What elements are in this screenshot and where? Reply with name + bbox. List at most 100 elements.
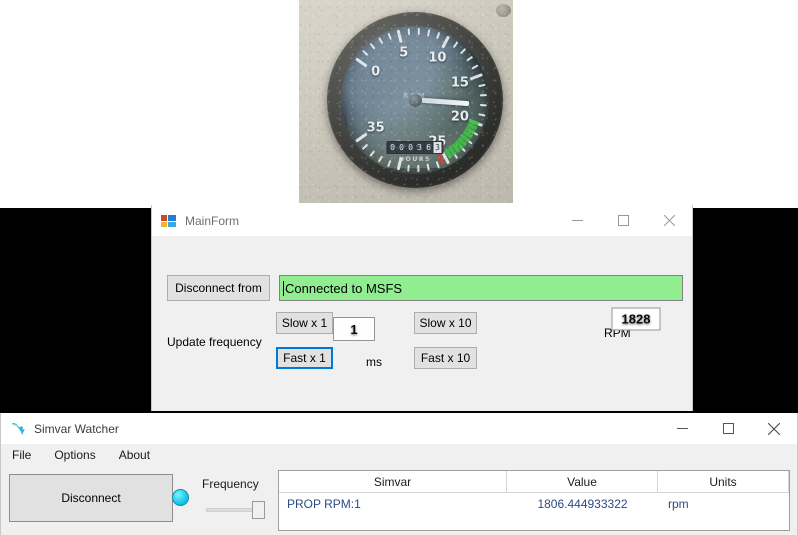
connection-status-field[interactable]: Connected to MSFS bbox=[279, 275, 683, 301]
minimize-icon[interactable] bbox=[554, 205, 600, 236]
simvar-title: Simvar Watcher bbox=[34, 422, 119, 436]
gauge-tick-major bbox=[397, 157, 403, 170]
gauge-tick-minor bbox=[427, 164, 430, 171]
mainform-body: Disconnect from Connected to MSFS Update… bbox=[152, 236, 692, 411]
simvar-menubar: File Options About bbox=[1, 444, 797, 465]
gauge-green-arc-segment bbox=[467, 123, 478, 131]
gauge-tick-minor bbox=[427, 29, 430, 36]
cell-value: 1806.444933322 bbox=[507, 493, 658, 515]
connection-status-led bbox=[172, 489, 189, 506]
gauge-green-arc-segment bbox=[457, 137, 467, 147]
mainform-window-buttons bbox=[554, 205, 692, 236]
gauge-tick-minor bbox=[436, 32, 440, 39]
hour-meter-digit: 0 bbox=[398, 142, 406, 153]
gauge-tick-major bbox=[470, 73, 483, 80]
gauge-multiplier-label: x100 bbox=[407, 103, 424, 109]
gauge-redline-marker bbox=[437, 152, 445, 165]
text-caret bbox=[283, 281, 284, 296]
gauge-tick-major bbox=[397, 30, 403, 43]
update-frequency-label: Update frequency bbox=[167, 335, 262, 349]
gauge-tick-label: 0 bbox=[371, 65, 380, 80]
gauge-tick-minor bbox=[478, 84, 485, 87]
disconnect-from-button[interactable]: Disconnect from bbox=[167, 275, 270, 301]
simvar-body: Disconnect Frequency Simvar Value Units … bbox=[1, 465, 797, 535]
simvar-table: Simvar Value Units PROP RPM:1 1806.44493… bbox=[278, 470, 790, 531]
screen-root: 05101520253035 RPM x100 000363 HOURS Mai… bbox=[0, 0, 798, 535]
gauge-tick-minor bbox=[480, 104, 487, 106]
glass-glare bbox=[341, 26, 489, 118]
hour-meter-digit: 0 bbox=[407, 142, 415, 153]
disconnect-button[interactable]: Disconnect bbox=[9, 474, 173, 522]
gauge-tick-minor bbox=[362, 144, 368, 150]
cell-units: rpm bbox=[658, 493, 789, 515]
frequency-slider[interactable] bbox=[206, 501, 268, 519]
gauge-tick-minor bbox=[478, 113, 485, 116]
fast-x1-button[interactable]: Fast x 1 bbox=[276, 347, 333, 369]
close-icon[interactable] bbox=[751, 413, 797, 444]
column-header-units[interactable]: Units bbox=[658, 471, 789, 492]
gauge-tick-label: 15 bbox=[451, 76, 469, 91]
hour-meter-label: HOURS bbox=[399, 156, 431, 163]
slow-x10-button[interactable]: Slow x 10 bbox=[414, 312, 477, 334]
gauge-tick-label: 5 bbox=[399, 46, 408, 61]
gauge-tick-minor bbox=[418, 165, 420, 172]
gauge-tick-minor bbox=[471, 131, 478, 136]
gauge-needle-hub bbox=[409, 94, 422, 107]
mainform-title: MainForm bbox=[185, 214, 239, 228]
slider-thumb[interactable] bbox=[252, 501, 265, 519]
gauge-green-arc-segment bbox=[469, 119, 480, 126]
gauge-tick-label: 35 bbox=[367, 120, 385, 135]
minimize-icon[interactable] bbox=[659, 413, 705, 444]
mainform-titlebar[interactable]: MainForm bbox=[152, 205, 692, 236]
gauge-tick-label: 25 bbox=[428, 135, 446, 150]
interval-input[interactable]: 1 bbox=[333, 317, 375, 341]
gauge-tick-label: 30 bbox=[395, 139, 413, 154]
connection-status-text: Connected to MSFS bbox=[285, 281, 402, 296]
hour-meter-digit: 0 bbox=[389, 142, 397, 153]
maximize-icon[interactable] bbox=[705, 413, 751, 444]
simvar-window-buttons bbox=[659, 413, 797, 444]
gauge-tick-minor bbox=[408, 28, 410, 35]
fast-x10-button[interactable]: Fast x 10 bbox=[414, 347, 477, 369]
column-header-simvar[interactable]: Simvar bbox=[279, 471, 507, 492]
simvar-titlebar[interactable]: Simvar Watcher bbox=[1, 413, 797, 444]
hour-meter-digit: 3 bbox=[416, 142, 424, 153]
gauge-tick-minor bbox=[480, 94, 487, 96]
gauge-tick-label: 10 bbox=[428, 50, 446, 65]
slow-x1-button[interactable]: Slow x 1 bbox=[276, 312, 333, 334]
gauge-tick-minor bbox=[460, 146, 466, 152]
gauge-green-arc-segment bbox=[448, 146, 457, 156]
gauge-bezel: 05101520253035 RPM x100 000363 HOURS bbox=[327, 12, 503, 188]
simvar-watcher-window: Simvar Watcher File Options About Discon… bbox=[0, 413, 798, 535]
menu-item-file[interactable]: File bbox=[9, 447, 34, 463]
gauge-ticks: 05101520253035 bbox=[341, 26, 489, 174]
gauge-tick-minor bbox=[466, 56, 473, 62]
gauge-tick-minor bbox=[387, 160, 391, 167]
column-header-value[interactable]: Value bbox=[507, 471, 658, 492]
menu-item-about[interactable]: About bbox=[116, 447, 153, 463]
gauge-dial: 05101520253035 RPM x100 000363 HOURS bbox=[341, 26, 489, 174]
gauge-tick-minor bbox=[408, 165, 410, 172]
gauge-tick-minor bbox=[370, 43, 376, 49]
frequency-label: Frequency bbox=[202, 477, 259, 491]
tachometer-photo: 05101520253035 RPM x100 000363 HOURS bbox=[299, 0, 513, 203]
maximize-icon[interactable] bbox=[600, 205, 646, 236]
gauge-tick-minor bbox=[466, 139, 473, 145]
glass-glare-lower bbox=[347, 100, 486, 168]
gauge-tick-minor bbox=[453, 41, 458, 48]
gauge-tick-minor bbox=[378, 156, 383, 163]
gauge-needle bbox=[413, 97, 469, 106]
gauge-green-arc-segment bbox=[454, 140, 464, 150]
menu-item-options[interactable]: Options bbox=[51, 447, 98, 463]
gauge-rpm-label: RPM bbox=[403, 92, 427, 100]
wall-screw bbox=[496, 4, 511, 17]
gauge-tick-minor bbox=[471, 64, 478, 69]
rpm-value-field[interactable]: 1828 bbox=[612, 308, 661, 331]
gauge-tick-minor bbox=[436, 161, 440, 168]
gauge-tick-minor bbox=[378, 37, 383, 44]
gauge-tick-major bbox=[441, 36, 450, 49]
bird-icon bbox=[10, 421, 26, 437]
table-header-row: Simvar Value Units bbox=[279, 471, 789, 493]
table-row[interactable]: PROP RPM:1 1806.444933322 rpm bbox=[279, 493, 789, 515]
close-icon[interactable] bbox=[646, 205, 692, 236]
